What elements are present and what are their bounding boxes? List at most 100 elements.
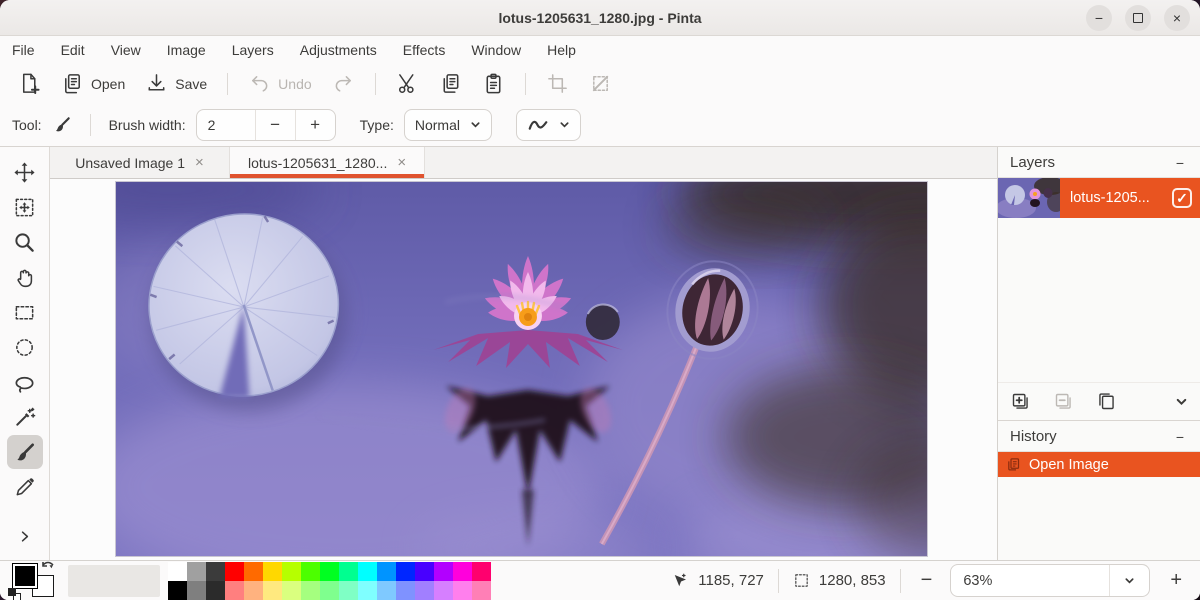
layer-menu-chevron-icon[interactable] — [1175, 395, 1188, 408]
zoom-in-button[interactable]: + — [1164, 569, 1188, 592]
menu-image[interactable]: Image — [167, 42, 206, 58]
menu-view[interactable]: View — [111, 42, 141, 58]
add-layer-icon[interactable] — [1010, 391, 1031, 412]
layers-collapse-button[interactable]: − — [1172, 155, 1188, 171]
palette-color-swatch[interactable] — [263, 562, 282, 581]
menu-file[interactable]: File — [12, 42, 35, 58]
palette-color-swatch[interactable] — [206, 562, 225, 581]
move-selection-tool[interactable] — [7, 190, 43, 224]
paste-button[interactable] — [474, 67, 513, 100]
new-image-button[interactable] — [10, 67, 49, 100]
menu-window[interactable]: Window — [471, 42, 521, 58]
hand-icon — [13, 266, 36, 289]
cut-button[interactable] — [388, 67, 427, 100]
palette-color-swatch[interactable] — [472, 581, 491, 600]
palette-color-swatch[interactable] — [339, 562, 358, 581]
palette-color-swatch[interactable] — [358, 581, 377, 600]
zoom-dropdown-button[interactable] — [1109, 565, 1149, 596]
palette-color-swatch[interactable] — [472, 562, 491, 581]
palette-color-swatch[interactable] — [225, 581, 244, 600]
canvas-image[interactable] — [115, 181, 928, 557]
palette-color-swatch[interactable] — [453, 581, 472, 600]
palette-color-swatch[interactable] — [244, 562, 263, 581]
palette-color-swatch[interactable] — [453, 562, 472, 581]
menu-adjustments[interactable]: Adjustments — [300, 42, 377, 58]
save-label: Save — [175, 76, 207, 92]
history-collapse-button[interactable]: − — [1172, 429, 1188, 445]
copy-button[interactable] — [431, 67, 470, 100]
move-selected-tool[interactable] — [7, 155, 43, 189]
brush-width-decrease-button[interactable]: − — [255, 110, 295, 140]
tab-lotus-image[interactable]: lotus-1205631_1280... × — [230, 147, 425, 178]
zoom-level-value: 63% — [951, 573, 1109, 589]
tab-unsaved-image[interactable]: Unsaved Image 1 × — [50, 147, 230, 178]
palette-color-swatch[interactable] — [434, 562, 453, 581]
palette-color-swatch[interactable] — [415, 562, 434, 581]
canvas-area[interactable] — [50, 179, 997, 560]
blend-mode-dropdown[interactable]: Normal — [404, 109, 492, 141]
maximize-button[interactable] — [1125, 5, 1151, 31]
palette-color-swatch[interactable] — [168, 562, 187, 581]
swap-colors-icon[interactable] — [40, 560, 56, 576]
palette-color-swatch[interactable] — [320, 581, 339, 600]
palette-color-swatch[interactable] — [282, 562, 301, 581]
paintbrush-tool[interactable] — [7, 435, 43, 469]
blend-mode-value: Normal — [415, 117, 460, 133]
palette-color-swatch[interactable] — [415, 581, 434, 600]
stroke-style-dropdown[interactable] — [516, 109, 581, 141]
palette-color-swatch[interactable] — [263, 581, 282, 600]
palette-color-swatch[interactable] — [187, 562, 206, 581]
zoom-out-button[interactable]: − — [915, 569, 939, 592]
more-tools-expander[interactable] — [7, 519, 43, 553]
minimize-button[interactable]: − — [1086, 5, 1112, 31]
pencil-tool[interactable] — [7, 470, 43, 504]
history-entry-selected[interactable]: Open Image — [998, 452, 1200, 477]
duplicate-layer-icon[interactable] — [1096, 391, 1117, 412]
palette-color-swatch[interactable] — [377, 562, 396, 581]
rectangle-select-tool[interactable] — [7, 295, 43, 329]
palette-color-swatch[interactable] — [358, 562, 377, 581]
palette-color-swatch[interactable] — [168, 581, 187, 600]
menu-edit[interactable]: Edit — [61, 42, 85, 58]
palette-color-swatch[interactable] — [396, 562, 415, 581]
close-button[interactable]: × — [1164, 5, 1190, 31]
tab-close-icon[interactable]: × — [397, 154, 406, 171]
palette-color-swatch[interactable] — [339, 581, 358, 600]
palette-color-swatch[interactable] — [225, 562, 244, 581]
pan-tool[interactable] — [7, 260, 43, 294]
palette-color-swatch[interactable] — [377, 581, 396, 600]
layer-row-selected[interactable]: lotus-1205... ✓ — [998, 178, 1200, 218]
crop-button[interactable] — [538, 67, 577, 100]
redo-button[interactable] — [324, 67, 363, 100]
palette-color-swatch[interactable] — [396, 581, 415, 600]
reset-colors-icon[interactable] — [8, 588, 21, 600]
ellipse-select-tool[interactable] — [7, 330, 43, 364]
deselect-button[interactable] — [581, 67, 620, 100]
save-button[interactable]: Save — [137, 67, 215, 100]
zoom-level-combo[interactable]: 63% — [950, 564, 1150, 597]
palette-color-swatch[interactable] — [301, 581, 320, 600]
palette-color-swatch[interactable] — [434, 581, 453, 600]
lasso-select-tool[interactable] — [7, 365, 43, 399]
palette-color-swatch[interactable] — [244, 581, 263, 600]
undo-button[interactable]: Undo — [240, 67, 319, 100]
palette-color-swatch[interactable] — [282, 581, 301, 600]
layer-visibility-checkbox[interactable]: ✓ — [1172, 188, 1192, 208]
brush-width-input[interactable]: 2 — [197, 117, 255, 133]
open-button[interactable]: Open — [53, 67, 133, 100]
primary-color-swatch[interactable] — [12, 563, 38, 589]
menu-layers[interactable]: Layers — [232, 42, 274, 58]
magic-wand-tool[interactable] — [7, 400, 43, 434]
palette-color-swatch[interactable] — [320, 562, 339, 581]
menu-effects[interactable]: Effects — [403, 42, 446, 58]
palette-color-swatch[interactable] — [187, 581, 206, 600]
brush-width-increase-button[interactable]: + — [295, 110, 335, 140]
palette-color-swatch[interactable] — [206, 581, 225, 600]
tab-close-icon[interactable]: × — [195, 154, 204, 171]
menu-help[interactable]: Help — [547, 42, 576, 58]
zoom-tool[interactable] — [7, 225, 43, 259]
delete-layer-icon[interactable] — [1053, 391, 1074, 412]
paintbrush-icon — [13, 441, 36, 464]
recently-used-colors[interactable] — [68, 565, 160, 597]
palette-color-swatch[interactable] — [301, 562, 320, 581]
